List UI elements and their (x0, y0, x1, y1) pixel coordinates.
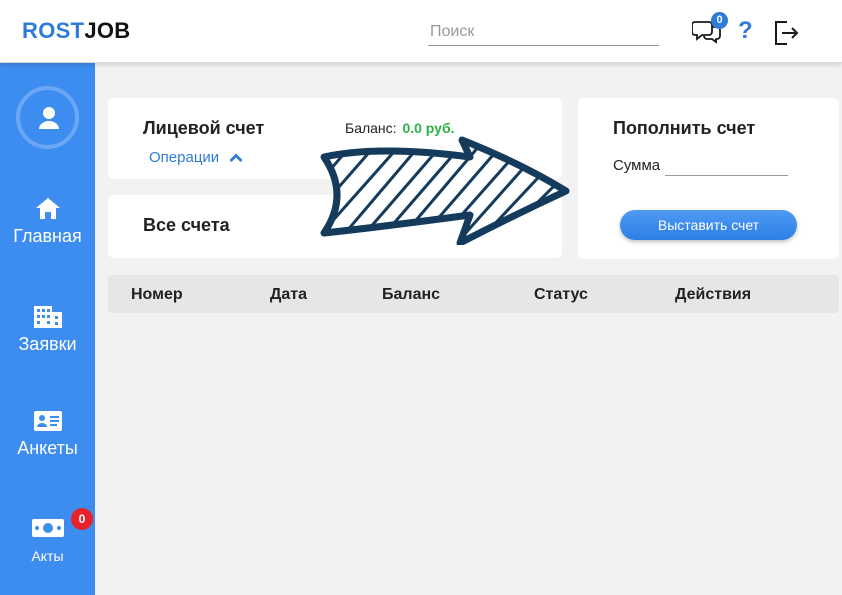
building-icon (33, 306, 62, 328)
avatar[interactable] (16, 86, 79, 149)
user-icon (39, 107, 59, 129)
balance-value: 0.0 руб. (402, 120, 455, 136)
account-title: Лицевой счет (143, 118, 265, 138)
topup-title: Пополнить счет (613, 118, 756, 138)
logout-button[interactable] (772, 19, 800, 47)
topup-card: Пополнить счет Сумма Выставить счет (578, 98, 839, 259)
column-header-actions: Действия (675, 286, 752, 303)
sidebar-item-home[interactable]: Главная (0, 196, 95, 247)
column-header-date: Дата (270, 286, 308, 303)
sum-label: Сумма (613, 157, 661, 174)
sidebar-item-label: Заявки (18, 334, 77, 354)
home-icon (35, 198, 60, 219)
sidebar-item-label: Акты (31, 548, 64, 564)
logo-rost: ROST (22, 18, 85, 43)
all-accounts-title: Все счета (143, 215, 230, 235)
chevron-up-icon (229, 153, 243, 162)
sidebar-item-requests[interactable]: Заявки (0, 302, 95, 355)
logo[interactable]: ROSTJOB (22, 18, 130, 44)
id-card-icon (33, 411, 62, 431)
acts-count-badge: 0 (71, 508, 93, 530)
sidebar: Главная Заявки Анкеты 0 Акты (0, 63, 95, 595)
money-icon (31, 519, 64, 537)
sidebar-item-label: Главная (13, 226, 82, 246)
sidebar-item-acts[interactable]: 0 Акты (0, 508, 95, 564)
sidebar-item-label: Анкеты (17, 438, 78, 458)
search-box (428, 20, 659, 46)
issue-invoice-button[interactable]: Выставить счет (620, 210, 797, 240)
balance-display: Баланс: 0.0 руб. (345, 120, 455, 136)
accounts-table-header: Номер Дата Баланс Статус Действия (108, 275, 839, 313)
operations-label: Операции (149, 149, 220, 166)
column-header-balance: Баланс (382, 286, 441, 303)
column-header-status: Статус (534, 286, 588, 303)
messages-button[interactable]: 0 (691, 12, 728, 46)
sum-input[interactable] (665, 156, 788, 176)
pointer-arrow-graphic (320, 136, 570, 245)
column-header-number: Номер (131, 286, 183, 303)
messages-count-badge: 0 (711, 12, 728, 29)
search-input[interactable] (428, 20, 659, 44)
help-button[interactable]: ? (738, 16, 756, 46)
logout-icon (775, 21, 799, 45)
operations-link[interactable]: Операции (149, 149, 243, 166)
balance-label: Баланс: (345, 120, 397, 136)
sidebar-item-profiles[interactable]: Анкеты (0, 410, 95, 459)
logo-job: JOB (84, 18, 131, 43)
top-bar: ROSTJOB 0 ? (0, 0, 842, 63)
